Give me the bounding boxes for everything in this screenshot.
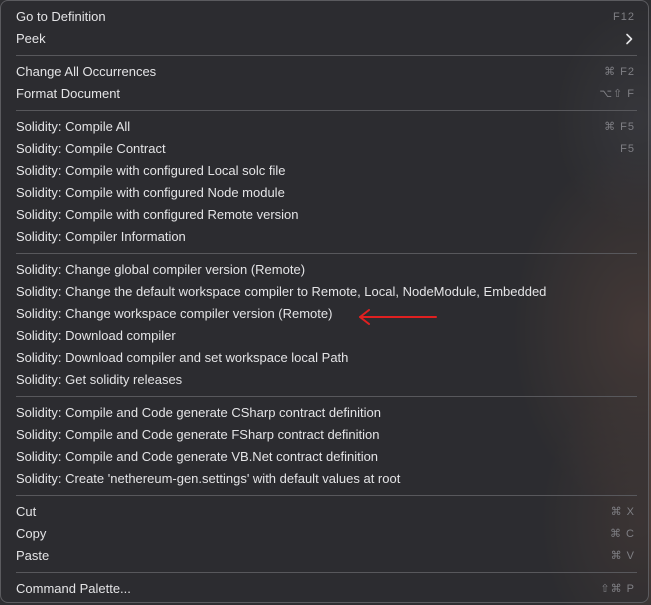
menu-item-label: Paste: [16, 548, 50, 563]
menu-item-label: Solidity: Compile and Code generate VB.N…: [16, 449, 379, 464]
menu-item-get-solidity-releases[interactable]: Solidity: Get solidity releases: [8, 369, 643, 391]
menu-item-label: Solidity: Compiler Information: [16, 229, 186, 244]
menu-item-download-compiler-set-local-path[interactable]: Solidity: Download compiler and set work…: [8, 347, 643, 369]
shortcut-label: ⌘ X: [610, 506, 635, 518]
menu-item-label: Solidity: Compile and Code generate FSha…: [16, 427, 380, 442]
menu-item-compile-node-module[interactable]: Solidity: Compile with configured Node m…: [8, 182, 643, 204]
shortcut-label: F5: [620, 143, 635, 155]
menu-item-label: Solidity: Compile Contract: [16, 141, 166, 156]
left-arrow-icon: [359, 309, 437, 325]
menu-item-codegen-csharp[interactable]: Solidity: Compile and Code generate CSha…: [8, 402, 643, 424]
menu-item-label: Solidity: Change workspace compiler vers…: [16, 306, 333, 321]
menu-item-label: Solidity: Change global compiler version…: [16, 262, 306, 277]
menu-item-compile-remote-version[interactable]: Solidity: Compile with configured Remote…: [8, 204, 643, 226]
menu-item-peek[interactable]: Peek: [8, 28, 643, 50]
menu-item-download-compiler[interactable]: Solidity: Download compiler: [8, 325, 643, 347]
menu-item-label: Solidity: Download compiler and set work…: [16, 350, 349, 365]
menu-item-go-to-definition[interactable]: Go to Definition F12: [8, 6, 643, 28]
menu-item-copy[interactable]: Copy ⌘ C: [8, 523, 643, 545]
menu-item-codegen-fsharp[interactable]: Solidity: Compile and Code generate FSha…: [8, 424, 643, 446]
menu-item-change-all-occurrences[interactable]: Change All Occurrences ⌘ F2: [8, 61, 643, 83]
menu-item-label: Format Document: [16, 86, 121, 101]
menu-item-solidity-compile-contract[interactable]: Solidity: Compile Contract F5: [8, 138, 643, 160]
shortcut-label: ⌥⇧ F: [599, 88, 635, 100]
shortcut-label: ⌘ V: [610, 550, 635, 562]
menu-item-label: Solidity: Download compiler: [16, 328, 176, 343]
menu-item-cut[interactable]: Cut ⌘ X: [8, 501, 643, 523]
shortcut-label: ⇧⌘ P: [600, 583, 635, 595]
shortcut-label: ⌘ F5: [604, 121, 635, 133]
menu-item-label: Command Palette...: [16, 581, 131, 596]
menu-item-label: Solidity: Compile with configured Remote…: [16, 207, 299, 222]
menu-item-label: Solidity: Compile All: [16, 119, 131, 134]
menu-item-paste[interactable]: Paste ⌘ V: [8, 545, 643, 567]
shortcut-label: F12: [613, 11, 635, 23]
menu-item-command-palette[interactable]: Command Palette... ⇧⌘ P: [8, 578, 643, 600]
menu-separator: [16, 253, 637, 254]
menu-item-label: Solidity: Get solidity releases: [16, 372, 183, 387]
menu-item-label: Solidity: Compile and Code generate CSha…: [16, 405, 381, 420]
menu-item-label: Peek: [16, 31, 46, 46]
shortcut-label: ⌘ C: [610, 528, 635, 540]
context-menu: Go to Definition F12 Peek Change All Occ…: [0, 0, 649, 603]
menu-item-compile-local-solc[interactable]: Solidity: Compile with configured Local …: [8, 160, 643, 182]
menu-item-solidity-compile-all[interactable]: Solidity: Compile All ⌘ F5: [8, 116, 643, 138]
menu-separator: [16, 572, 637, 573]
menu-item-label: Cut: [16, 504, 37, 519]
menu-separator: [16, 110, 637, 111]
menu-item-codegen-vbnet[interactable]: Solidity: Compile and Code generate VB.N…: [8, 446, 643, 468]
menu-item-label: Solidity: Compile with configured Local …: [16, 163, 286, 178]
menu-separator: [16, 396, 637, 397]
menu-item-label: Change All Occurrences: [16, 64, 157, 79]
menu-item-create-nethereum-settings[interactable]: Solidity: Create 'nethereum-gen.settings…: [8, 468, 643, 490]
menu-item-label: Copy: [16, 526, 47, 541]
menu-item-label: Solidity: Compile with configured Node m…: [16, 185, 285, 200]
menu-item-change-default-workspace-compiler[interactable]: Solidity: Change the default workspace c…: [8, 281, 643, 303]
chevron-right-icon: [626, 33, 633, 45]
menu-item-change-workspace-compiler-version[interactable]: Solidity: Change workspace compiler vers…: [8, 303, 643, 325]
menu-separator: [16, 55, 637, 56]
menu-item-change-global-compiler[interactable]: Solidity: Change global compiler version…: [8, 259, 643, 281]
menu-item-label: Go to Definition: [16, 9, 106, 24]
menu-item-compiler-information[interactable]: Solidity: Compiler Information: [8, 226, 643, 248]
menu-item-format-document[interactable]: Format Document ⌥⇧ F: [8, 83, 643, 105]
shortcut-label: ⌘ F2: [604, 66, 635, 78]
menu-separator: [16, 495, 637, 496]
menu-item-label: Solidity: Create 'nethereum-gen.settings…: [16, 471, 401, 486]
menu-item-label: Solidity: Change the default workspace c…: [16, 284, 547, 299]
